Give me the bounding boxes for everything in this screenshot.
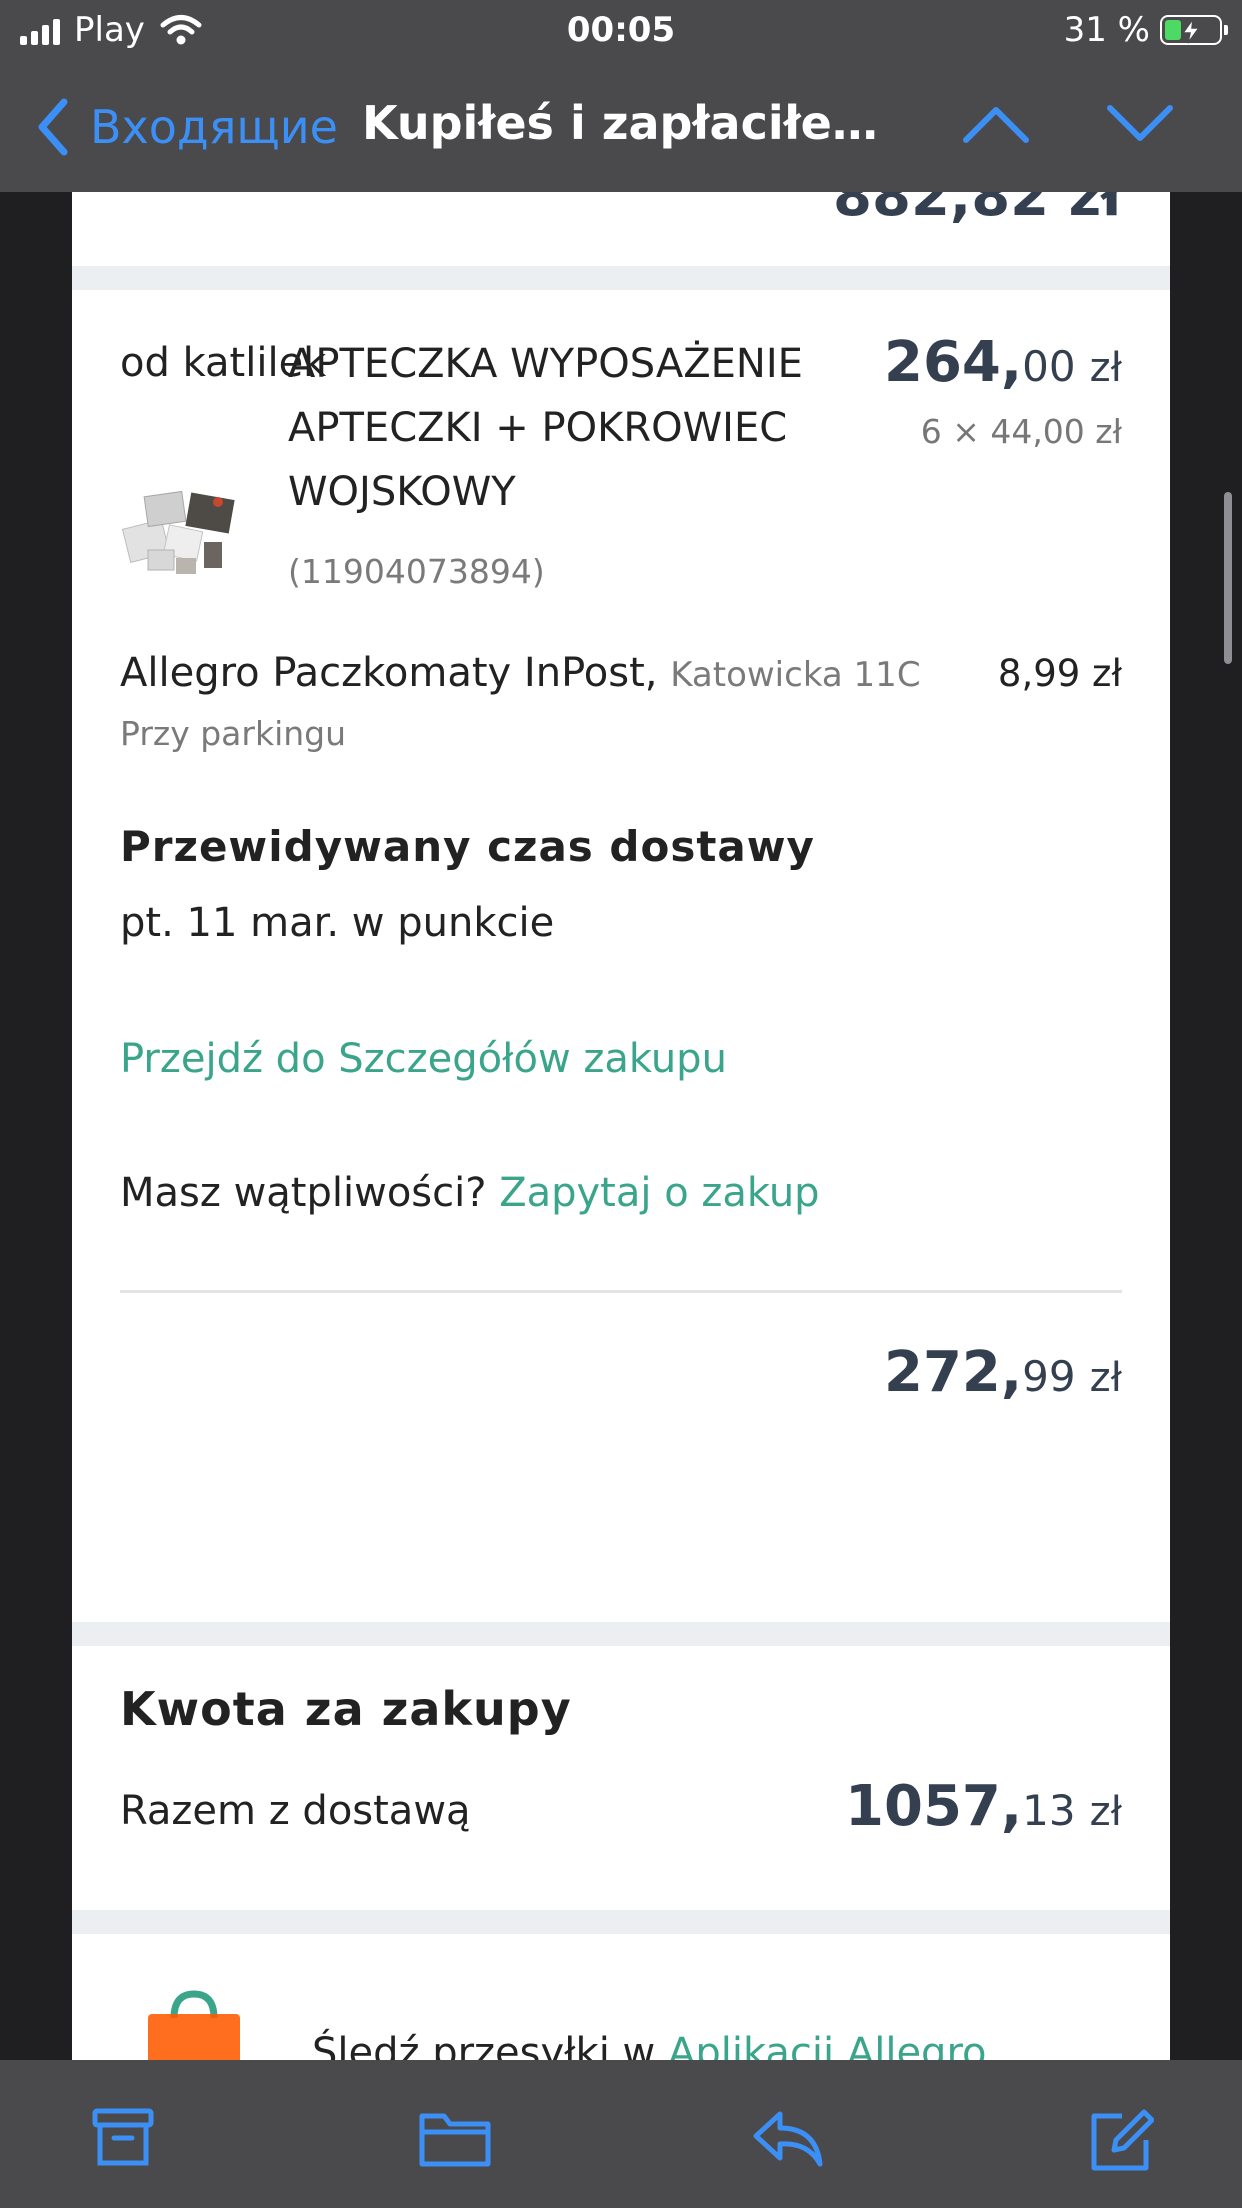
totals-card: Kwota za zakupy Razem z dostawą 1057,13 z… xyxy=(72,1646,1170,1910)
delivery-cost: 8,99 zł xyxy=(997,652,1122,695)
email-subject-title: Kupiłeś i zapłaciłeś:... xyxy=(362,96,882,150)
battery-charging-icon xyxy=(1160,15,1228,45)
bottom-toolbar xyxy=(0,2060,1242,2208)
product-title[interactable]: APTECZKA WYPOSAŻENIE APTECZKI + POKROWIE… xyxy=(288,332,808,524)
totals-heading: Kwota za zakupy xyxy=(120,1682,572,1736)
navigation-bar: Входящие Kupiłeś i zapłaciłeś:... xyxy=(0,62,1242,192)
back-to-inbox-button[interactable]: Входящие xyxy=(36,98,338,156)
grand-total: 1057,13 zł xyxy=(845,1774,1122,1839)
product-thumbnail[interactable] xyxy=(118,480,246,582)
chevron-down-icon xyxy=(1107,105,1173,141)
previous-message-button[interactable] xyxy=(962,102,1030,150)
back-label: Входящие xyxy=(90,100,338,154)
total-label: Razem z dostawą xyxy=(120,1788,471,1834)
reply-icon xyxy=(753,2111,823,2167)
reply-button[interactable] xyxy=(752,2108,824,2172)
seller-subtotal: 272,99 zł xyxy=(884,1340,1122,1405)
offer-id: (11904073894) xyxy=(288,552,545,591)
delivery-eta-heading: Przewidywany czas dostawy xyxy=(120,822,815,871)
delivery-method: Allegro Paczkomaty InPost, Katowicka 11C xyxy=(120,650,921,696)
delivery-eta-value: pt. 11 mar. w punkcie xyxy=(120,900,555,946)
app-promo-text: Śledź przesyłki w Aplikacji Allegro xyxy=(312,2030,986,2060)
product-price: 264,00 zł xyxy=(884,330,1122,395)
seller-order-card: od katlilek APTECZKA WYPOSAŻENIE APTECZK… xyxy=(72,290,1170,1622)
previous-section-card: 882,82 zł xyxy=(72,192,1170,266)
compose-icon xyxy=(1091,2109,1155,2171)
folder-icon xyxy=(419,2113,491,2167)
battery-percentage: 31 % xyxy=(1063,10,1150,50)
chevron-left-icon xyxy=(38,98,68,156)
unit-price: 6 × 44,00 zł xyxy=(920,412,1122,451)
doubts-row: Masz wątpliwości? Zapytaj o zakup xyxy=(120,1170,820,1216)
shopping-bag-icon xyxy=(148,1990,240,2060)
chevron-up-icon xyxy=(963,107,1029,143)
scroll-indicator[interactable] xyxy=(1224,492,1232,664)
app-promo-card: Śledź przesyłki w Aplikacji Allegro xyxy=(72,1934,1170,2060)
previous-total-price: 882,82 zł xyxy=(833,192,1122,229)
archive-button[interactable] xyxy=(92,2108,154,2172)
wifi-icon xyxy=(160,15,202,45)
divider xyxy=(120,1290,1122,1293)
cellular-signal-icon xyxy=(20,15,60,45)
allegro-app-link[interactable]: Aplikacji Allegro xyxy=(668,2030,987,2060)
move-to-folder-button[interactable] xyxy=(418,2108,492,2172)
next-message-button[interactable] xyxy=(1106,102,1174,150)
delivery-address: Katowicka 11C xyxy=(670,655,921,695)
archive-icon xyxy=(92,2108,154,2166)
ask-about-purchase-link[interactable]: Zapytaj o zakup xyxy=(499,1170,819,1216)
purchase-details-link[interactable]: Przejdź do Szczegółów zakupu xyxy=(120,1036,727,1082)
compose-button[interactable] xyxy=(1088,2108,1155,2178)
status-bar: Play 00:05 31 % xyxy=(0,0,1242,62)
delivery-note: Przy parkingu xyxy=(120,714,347,753)
email-body[interactable]: 882,82 zł od katlilek APTECZKA WYPOSAŻEN… xyxy=(72,192,1170,2060)
carrier-name: Play xyxy=(74,10,145,50)
battery-level-fill xyxy=(1165,20,1181,40)
